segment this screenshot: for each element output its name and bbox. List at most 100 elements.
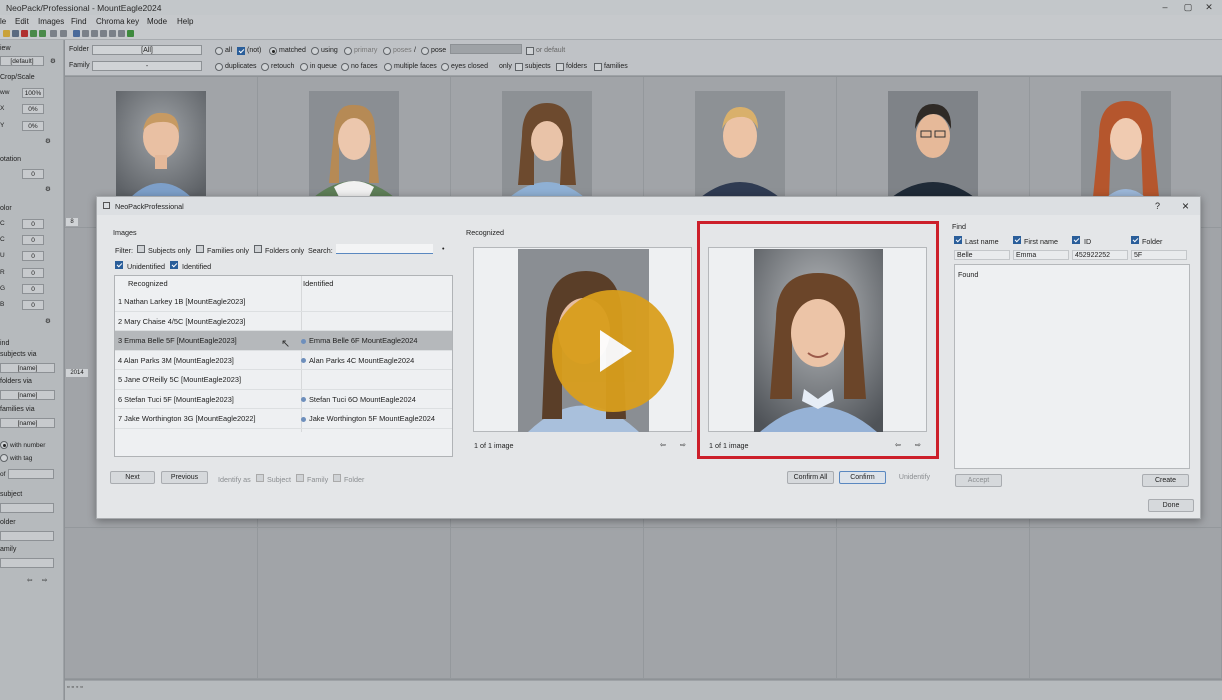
matched-radio[interactable]	[269, 47, 277, 55]
primary-radio[interactable]	[344, 47, 352, 55]
folder-checkbox[interactable]	[1131, 236, 1139, 244]
in-queue-radio[interactable]	[300, 63, 308, 71]
grid-cell[interactable]	[65, 528, 258, 679]
print-icon[interactable]	[109, 30, 116, 37]
eyes-closed-radio[interactable]	[441, 63, 449, 71]
portrait-thumbnail[interactable]	[888, 91, 978, 197]
table-row[interactable]: 5 Jane O'Reilly 5C [MountEagle2023]	[115, 370, 452, 390]
menu-file[interactable]: le	[0, 17, 6, 26]
portrait-thumbnail[interactable]	[309, 91, 399, 197]
found-results-list[interactable]: Found	[954, 264, 1190, 469]
export-icon[interactable]	[30, 30, 37, 37]
menu-edit[interactable]: Edit	[15, 17, 29, 26]
arrow-right-icon[interactable]: ⇨	[42, 576, 47, 584]
rotation-reset-icon[interactable]: ⚙	[45, 185, 51, 193]
with-tag-radio[interactable]	[0, 454, 8, 462]
table-row[interactable]: 1 Nathan Larkey 1B [MountEagle2023]	[115, 292, 452, 312]
rotation-field[interactable]: 0	[22, 169, 44, 179]
first-name-field[interactable]: Emma	[1013, 250, 1069, 260]
grid-cell[interactable]	[837, 528, 1030, 679]
subjects-only-checkbox[interactable]	[137, 245, 145, 253]
unidentified-checkbox[interactable]	[115, 261, 123, 269]
grid-cell[interactable]	[1030, 528, 1222, 679]
portrait-thumbnail[interactable]	[116, 91, 206, 197]
column-identified[interactable]: Identified	[303, 276, 333, 292]
grid-cell[interactable]	[644, 528, 837, 679]
list-icon[interactable]	[91, 30, 98, 37]
using-radio[interactable]	[311, 47, 319, 55]
duplicates-radio[interactable]	[215, 63, 223, 71]
grid-icon[interactable]	[82, 30, 89, 37]
help-icon[interactable]: ?	[1155, 201, 1160, 211]
redo-icon[interactable]	[60, 30, 67, 37]
retouch-radio[interactable]	[261, 63, 269, 71]
minimize-icon[interactable]: –	[1158, 2, 1172, 12]
of-field[interactable]	[8, 469, 54, 479]
grid-cell[interactable]	[451, 528, 644, 679]
with-number-radio[interactable]	[0, 441, 8, 449]
confirm-all-button[interactable]: Confirm All	[787, 471, 834, 484]
create-button[interactable]: Create	[1142, 474, 1189, 487]
confirm-button[interactable]: Confirm	[839, 471, 886, 484]
unidentify-button[interactable]: Unidentify	[891, 471, 938, 484]
portrait-thumbnail[interactable]	[502, 91, 592, 197]
maximize-icon[interactable]: ▢	[1181, 2, 1195, 13]
identify-folder-checkbox[interactable]	[333, 474, 341, 482]
subject-field[interactable]	[0, 503, 54, 513]
first-name-checkbox[interactable]	[1013, 236, 1021, 244]
identify-family-checkbox[interactable]	[296, 474, 304, 482]
folders-name-field[interactable]: [name]	[0, 390, 55, 400]
identified-prev-icon[interactable]: ⇦	[895, 440, 901, 449]
view-select[interactable]: [default]	[0, 56, 44, 66]
column-recognized[interactable]: Recognized	[128, 276, 168, 292]
folders-only-checkbox[interactable]	[254, 245, 262, 253]
menu-help[interactable]: Help	[177, 17, 193, 26]
last-name-checkbox[interactable]	[954, 236, 962, 244]
families-only-checkbox[interactable]	[196, 245, 204, 253]
table-row[interactable]: 6 Stefan Tuci 5F [MountEagle2023] Stefan …	[115, 390, 452, 409]
identified-next-icon[interactable]: ⇨	[915, 440, 921, 449]
portrait-thumbnail[interactable]	[695, 91, 785, 197]
menu-find[interactable]: Find	[71, 17, 87, 26]
pose-radio[interactable]	[421, 47, 429, 55]
color-field[interactable]: 0	[22, 219, 44, 229]
close-dialog-icon[interactable]: ×	[1182, 199, 1189, 213]
open-icon[interactable]	[3, 30, 10, 37]
color-field[interactable]: 0	[22, 251, 44, 261]
crop-reset-icon[interactable]: ⚙	[45, 137, 51, 145]
menu-mode[interactable]: Mode	[147, 17, 167, 26]
tags-icon[interactable]	[100, 30, 107, 37]
id-field[interactable]: 452922252	[1072, 250, 1128, 260]
delete-icon[interactable]	[21, 30, 28, 37]
menu-chroma-key[interactable]: Chroma key	[96, 17, 139, 26]
families-name-field[interactable]: [name]	[0, 418, 55, 428]
save-icon[interactable]	[12, 30, 19, 37]
select-icon[interactable]	[73, 30, 80, 37]
recognized-prev-icon[interactable]: ⇦	[660, 440, 666, 449]
only-families-checkbox[interactable]	[594, 63, 602, 71]
color-field[interactable]: 0	[22, 300, 44, 310]
identified-photo[interactable]	[754, 249, 883, 432]
only-folders-checkbox[interactable]	[556, 63, 564, 71]
color-reset-icon[interactable]: ⚙	[45, 317, 51, 325]
import-icon[interactable]	[39, 30, 46, 37]
family-field[interactable]	[0, 558, 54, 568]
color-field[interactable]: 0	[22, 235, 44, 245]
run-icon[interactable]	[127, 30, 134, 37]
y-field[interactable]: 0%	[22, 121, 44, 131]
recognized-next-icon[interactable]: ⇨	[680, 440, 686, 449]
table-row[interactable]: 4 Alan Parks 3M [MountEagle2023] Alan Par…	[115, 351, 452, 370]
table-row[interactable]: 2 Mary Chaise 4/5C [MountEagle2023]	[115, 312, 452, 331]
zoom-field[interactable]: 100%	[22, 88, 44, 98]
play-button-icon[interactable]	[552, 290, 674, 412]
grid-cell[interactable]	[258, 528, 451, 679]
undo-icon[interactable]	[50, 30, 57, 37]
family-select[interactable]: -	[92, 61, 202, 71]
accept-button[interactable]: Accept	[955, 474, 1002, 487]
view-settings-icon[interactable]: ⚙	[50, 57, 56, 65]
next-button[interactable]: Next	[110, 471, 155, 484]
poses-radio[interactable]	[383, 47, 391, 55]
color-field[interactable]: 0	[22, 268, 44, 278]
not-checkbox[interactable]	[237, 47, 245, 55]
done-button[interactable]: Done	[1148, 499, 1194, 512]
